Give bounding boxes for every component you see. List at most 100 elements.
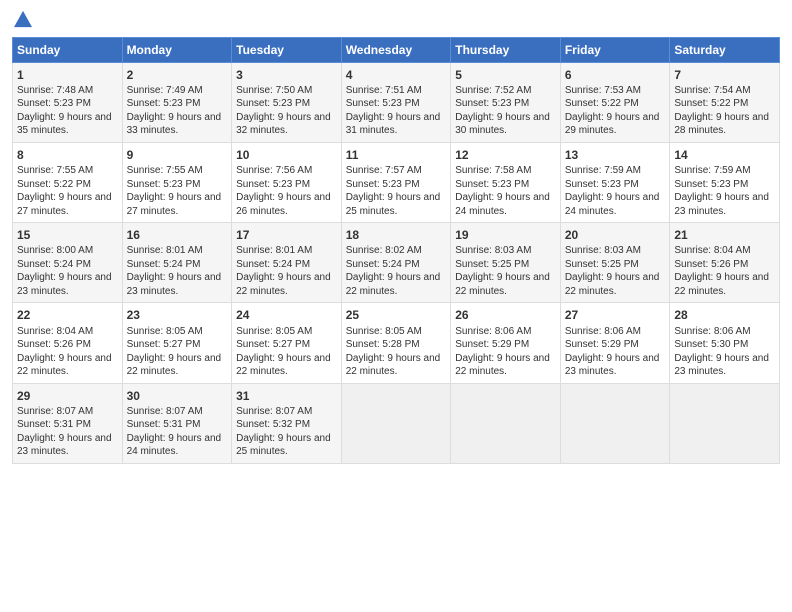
daylight-text: Daylight: 9 hours and 23 minutes. <box>674 353 769 378</box>
daylight-text: Daylight: 9 hours and 29 minutes. <box>565 112 660 137</box>
daylight-text: Daylight: 9 hours and 30 minutes. <box>455 112 550 137</box>
daylight-text: Daylight: 9 hours and 33 minutes. <box>127 112 222 137</box>
daylight-text: Daylight: 9 hours and 27 minutes. <box>127 192 222 217</box>
daylight-text: Daylight: 9 hours and 22 minutes. <box>346 353 441 378</box>
sunset-text: Sunset: 5:25 PM <box>455 259 529 270</box>
calendar-week-row: 1Sunrise: 7:48 AMSunset: 5:23 PMDaylight… <box>13 62 780 142</box>
daylight-text: Daylight: 9 hours and 25 minutes. <box>346 192 441 217</box>
day-header-thursday: Thursday <box>451 37 561 62</box>
day-number: 7 <box>674 67 775 83</box>
daylight-text: Daylight: 9 hours and 31 minutes. <box>346 112 441 137</box>
sunset-text: Sunset: 5:23 PM <box>565 179 639 190</box>
sunrise-text: Sunrise: 7:52 AM <box>455 85 531 96</box>
calendar-cell: 7Sunrise: 7:54 AMSunset: 5:22 PMDaylight… <box>670 62 780 142</box>
calendar-week-row: 29Sunrise: 8:07 AMSunset: 5:31 PMDayligh… <box>13 383 780 463</box>
daylight-text: Daylight: 9 hours and 22 minutes. <box>674 272 769 297</box>
day-number: 21 <box>674 227 775 243</box>
calendar-cell: 13Sunrise: 7:59 AMSunset: 5:23 PMDayligh… <box>560 142 670 222</box>
sunrise-text: Sunrise: 8:06 AM <box>455 326 531 337</box>
day-header-monday: Monday <box>122 37 232 62</box>
sunset-text: Sunset: 5:29 PM <box>455 339 529 350</box>
daylight-text: Daylight: 9 hours and 22 minutes. <box>455 353 550 378</box>
daylight-text: Daylight: 9 hours and 26 minutes. <box>236 192 331 217</box>
calendar-cell: 5Sunrise: 7:52 AMSunset: 5:23 PMDaylight… <box>451 62 561 142</box>
sunset-text: Sunset: 5:22 PM <box>17 179 91 190</box>
sunset-text: Sunset: 5:26 PM <box>674 259 748 270</box>
daylight-text: Daylight: 9 hours and 22 minutes. <box>127 353 222 378</box>
calendar-cell: 16Sunrise: 8:01 AMSunset: 5:24 PMDayligh… <box>122 223 232 303</box>
calendar-cell: 25Sunrise: 8:05 AMSunset: 5:28 PMDayligh… <box>341 303 451 383</box>
day-number: 19 <box>455 227 556 243</box>
calendar-cell: 6Sunrise: 7:53 AMSunset: 5:22 PMDaylight… <box>560 62 670 142</box>
calendar-cell: 12Sunrise: 7:58 AMSunset: 5:23 PMDayligh… <box>451 142 561 222</box>
calendar-cell: 4Sunrise: 7:51 AMSunset: 5:23 PMDaylight… <box>341 62 451 142</box>
day-number: 1 <box>17 67 118 83</box>
sunset-text: Sunset: 5:26 PM <box>17 339 91 350</box>
day-number: 3 <box>236 67 337 83</box>
day-header-saturday: Saturday <box>670 37 780 62</box>
calendar-week-row: 22 Sunrise: 8:04 AM Sunset: 5:26 PM Dayligh… <box>13 303 780 383</box>
sunrise-text: Sunrise: 7:57 AM <box>346 165 422 176</box>
day-number: 25 <box>346 307 447 323</box>
day-number: 26 <box>455 307 556 323</box>
calendar-cell: 1Sunrise: 7:48 AMSunset: 5:23 PMDaylight… <box>13 62 123 142</box>
sunset-text: Sunset: 5:24 PM <box>236 259 310 270</box>
sunrise-text: Sunrise: 8:07 AM <box>17 406 93 417</box>
day-number: 28 <box>674 307 775 323</box>
calendar-week-row: 8Sunrise: 7:55 AMSunset: 5:22 PMDaylight… <box>13 142 780 222</box>
day-header-sunday: Sunday <box>13 37 123 62</box>
calendar-cell: 24Sunrise: 8:05 AMSunset: 5:27 PMDayligh… <box>232 303 342 383</box>
sunset-text: Sunset: 5:24 PM <box>127 259 201 270</box>
sunset-text: Sunset: 5:24 PM <box>346 259 420 270</box>
logo <box>12 10 32 31</box>
day-number: 15 <box>17 227 118 243</box>
sunrise-text: Sunrise: 8:04 AM <box>17 326 93 337</box>
calendar-cell: 17Sunrise: 8:01 AMSunset: 5:24 PMDayligh… <box>232 223 342 303</box>
sunset-text: Sunset: 5:22 PM <box>565 98 639 109</box>
calendar-cell <box>341 383 451 463</box>
sunrise-text: Sunrise: 8:06 AM <box>674 326 750 337</box>
day-number: 10 <box>236 147 337 163</box>
day-number: 22 <box>17 307 118 323</box>
calendar-cell: 21 Sunrise: 8:04 AM Sunset: 5:26 PM Dayligh… <box>670 223 780 303</box>
sunset-text: Sunset: 5:25 PM <box>565 259 639 270</box>
day-number: 27 <box>565 307 666 323</box>
sunrise-text: Sunrise: 7:51 AM <box>346 85 422 96</box>
day-number: 29 <box>17 388 118 404</box>
calendar-cell: 29Sunrise: 8:07 AMSunset: 5:31 PMDayligh… <box>13 383 123 463</box>
calendar-cell: 26 Sunrise: 8:06 AM Sunset: 5:29 PM Dayligh… <box>451 303 561 383</box>
sunset-text: Sunset: 5:30 PM <box>674 339 748 350</box>
calendar-cell: 10Sunrise: 7:56 AMSunset: 5:23 PMDayligh… <box>232 142 342 222</box>
daylight-text: Daylight: 9 hours and 24 minutes. <box>565 192 660 217</box>
day-number: 14 <box>674 147 775 163</box>
sunset-text: Sunset: 5:32 PM <box>236 419 310 430</box>
daylight-text: Daylight: 9 hours and 23 minutes. <box>17 272 112 297</box>
day-number: 6 <box>565 67 666 83</box>
sunrise-text: Sunrise: 8:01 AM <box>236 245 312 256</box>
sunset-text: Sunset: 5:27 PM <box>127 339 201 350</box>
day-number: 17 <box>236 227 337 243</box>
calendar-cell: 3Sunrise: 7:50 AMSunset: 5:23 PMDaylight… <box>232 62 342 142</box>
sunrise-text: Sunrise: 7:54 AM <box>674 85 750 96</box>
daylight-text: Daylight: 9 hours and 23 minutes. <box>565 353 660 378</box>
sunset-text: Sunset: 5:23 PM <box>127 98 201 109</box>
day-number: 4 <box>346 67 447 83</box>
calendar-cell: 20Sunrise: 8:03 AMSunset: 5:25 PMDayligh… <box>560 223 670 303</box>
sunrise-text: Sunrise: 7:55 AM <box>17 165 93 176</box>
sunrise-text: Sunrise: 8:02 AM <box>346 245 422 256</box>
calendar-table: SundayMondayTuesdayWednesdayThursdayFrid… <box>12 37 780 464</box>
daylight-text: Daylight: 9 hours and 22 minutes. <box>17 353 112 378</box>
sunrise-text: Sunrise: 8:05 AM <box>236 326 312 337</box>
sunset-text: Sunset: 5:24 PM <box>17 259 91 270</box>
sunset-text: Sunset: 5:31 PM <box>127 419 201 430</box>
calendar-cell <box>560 383 670 463</box>
header <box>12 10 780 31</box>
sunrise-text: Sunrise: 8:04 AM <box>674 245 750 256</box>
sunrise-text: Sunrise: 7:49 AM <box>127 85 203 96</box>
sunrise-text: Sunrise: 7:59 AM <box>565 165 641 176</box>
day-header-tuesday: Tuesday <box>232 37 342 62</box>
sunset-text: Sunset: 5:31 PM <box>17 419 91 430</box>
sunset-text: Sunset: 5:23 PM <box>346 179 420 190</box>
sunset-text: Sunset: 5:23 PM <box>455 179 529 190</box>
sunset-text: Sunset: 5:23 PM <box>236 179 310 190</box>
